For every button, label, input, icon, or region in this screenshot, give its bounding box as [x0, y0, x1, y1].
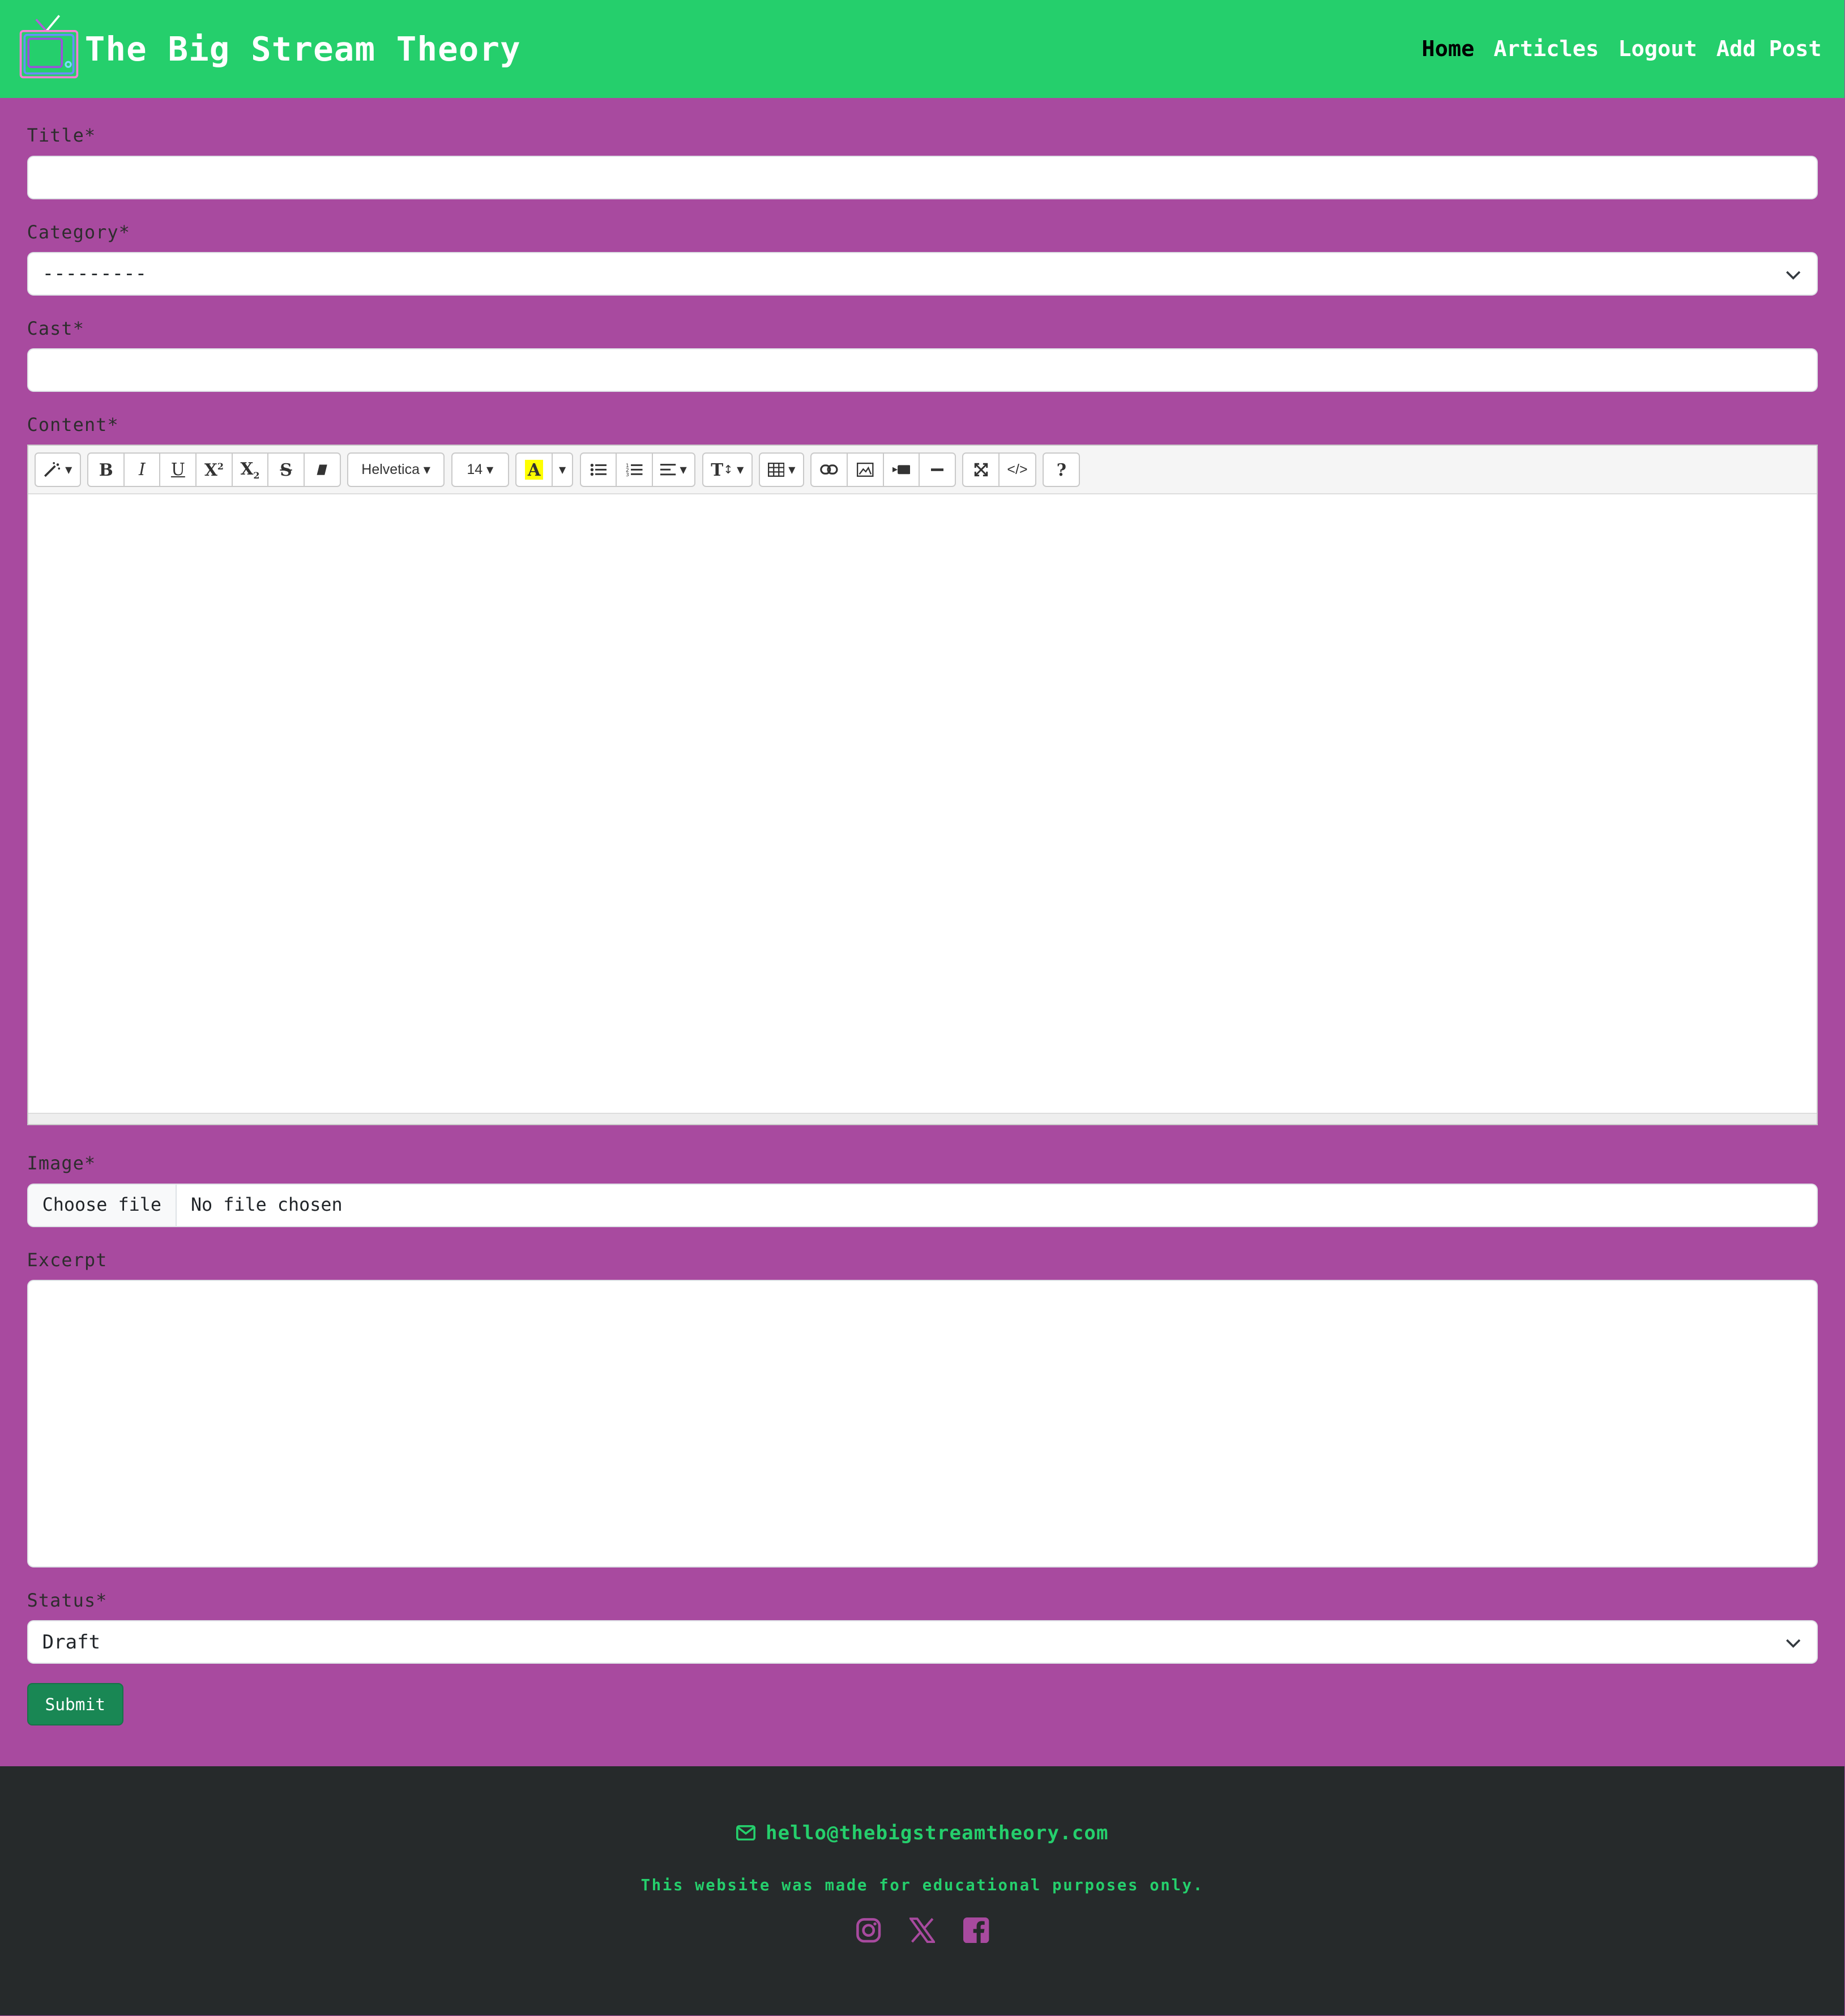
- footer-email-text: hello@thebigstreamtheory.com: [765, 1821, 1109, 1844]
- horizontal-rule-button[interactable]: [919, 452, 956, 487]
- bullet-list-icon: [590, 463, 607, 476]
- help-button[interactable]: ?: [1043, 452, 1080, 487]
- chevron-down-icon: [1786, 271, 1801, 280]
- superscript-button[interactable]: X2: [195, 452, 233, 487]
- font-size-dropdown[interactable]: 14 ▼: [451, 452, 509, 487]
- nav-articles[interactable]: Articles: [1494, 36, 1599, 62]
- image-file-input[interactable]: Choose file No file chosen: [27, 1183, 1818, 1227]
- font-name-value: Helvetica: [361, 461, 420, 477]
- text-color-button[interactable]: A: [515, 452, 553, 487]
- tv-logo-icon: [19, 15, 78, 79]
- status-select[interactable]: Draft: [27, 1620, 1818, 1664]
- ordered-list-button[interactable]: 1 2 3: [616, 452, 654, 487]
- facebook-icon[interactable]: [963, 1917, 989, 1943]
- bold-icon: B: [99, 459, 113, 480]
- numbered-list-icon: 1 2 3: [626, 463, 643, 477]
- site-title: The Big Stream Theory: [84, 29, 521, 69]
- clear-format-button[interactable]: [303, 452, 341, 487]
- expand-icon: [974, 463, 988, 477]
- category-label: Category*: [27, 222, 130, 243]
- line-height-button[interactable]: T ↕ ▼: [702, 452, 753, 487]
- font-size-value: 14: [467, 461, 483, 477]
- rich-text-editor: ▼ B I U X2 X2 S Helvetica ▼ 14 ▼ A ▼ 1 2…: [27, 445, 1818, 1126]
- align-left-icon: [660, 464, 676, 476]
- category-select[interactable]: ---------: [27, 251, 1818, 296]
- bold-button[interactable]: B: [87, 452, 125, 487]
- footer-disclaimer: This website was made for educational pu…: [640, 1876, 1204, 1894]
- title-input[interactable]: [27, 155, 1818, 199]
- image-label: Image*: [27, 1154, 96, 1174]
- excerpt-label: Excerpt: [27, 1250, 108, 1271]
- picture-icon: [857, 462, 874, 477]
- category-selected-value: ---------: [42, 262, 147, 285]
- content-label: Content*: [27, 415, 119, 436]
- video-icon: [892, 465, 911, 475]
- text-color-dropdown[interactable]: ▼: [551, 452, 574, 487]
- footer: hello@thebigstreamtheory.com This websit…: [0, 1766, 1845, 2016]
- underline-icon: U: [170, 460, 185, 480]
- magic-wand-icon: [44, 462, 60, 477]
- status-selected-value: Draft: [42, 1630, 101, 1654]
- nav-logout[interactable]: Logout: [1618, 36, 1697, 62]
- paragraph-align-button[interactable]: ▼: [651, 452, 696, 487]
- brand[interactable]: The Big Stream Theory: [18, 15, 521, 80]
- link-button[interactable]: [810, 452, 848, 487]
- video-button[interactable]: [882, 452, 920, 487]
- title-label: Title*: [27, 126, 96, 147]
- code-icon: </>: [1007, 461, 1028, 477]
- subscript-icon: X2: [240, 458, 260, 481]
- picture-button[interactable]: [846, 452, 884, 487]
- editor-resize-bar[interactable]: [28, 1113, 1817, 1125]
- subscript-button[interactable]: X2: [231, 452, 269, 487]
- fullscreen-button[interactable]: [962, 452, 1000, 487]
- strikethrough-icon: S: [280, 459, 292, 480]
- italic-button[interactable]: I: [123, 452, 161, 487]
- nav-add-post[interactable]: Add Post: [1716, 36, 1822, 62]
- link-icon: [820, 464, 838, 475]
- underline-button[interactable]: U: [159, 452, 197, 487]
- editor-toolbar: ▼ B I U X2 X2 S Helvetica ▼ 14 ▼ A ▼ 1 2…: [28, 446, 1817, 495]
- svg-text:3: 3: [626, 472, 629, 477]
- nav-home[interactable]: Home: [1422, 36, 1475, 62]
- help-icon: ?: [1056, 459, 1067, 480]
- table-button[interactable]: ▼: [759, 452, 805, 487]
- minus-icon: [930, 468, 944, 471]
- choose-file-button[interactable]: Choose file: [28, 1184, 177, 1226]
- instagram-icon[interactable]: [856, 1917, 881, 1943]
- code-view-button[interactable]: </>: [998, 452, 1037, 487]
- eraser-icon: [317, 464, 327, 475]
- line-height-icon: T: [711, 459, 724, 480]
- post-form: Title* Category* --------- Cast* Content…: [0, 98, 1844, 1726]
- table-icon: [767, 462, 785, 477]
- strikethrough-button[interactable]: S: [267, 452, 305, 487]
- chevron-down-icon: [1786, 1639, 1801, 1648]
- font-name-dropdown[interactable]: Helvetica ▼: [347, 452, 445, 487]
- status-label: Status*: [27, 1591, 108, 1612]
- style-button[interactable]: ▼: [35, 452, 81, 487]
- cast-label: Cast*: [27, 318, 84, 339]
- cast-input[interactable]: [27, 348, 1818, 392]
- navbar: The Big Stream Theory Home Articles Logo…: [0, 0, 1845, 98]
- editor-content-area[interactable]: [28, 494, 1817, 1113]
- submit-button[interactable]: Submit: [27, 1683, 123, 1726]
- x-twitter-icon[interactable]: [908, 1917, 937, 1943]
- superscript-icon: X2: [204, 459, 224, 480]
- envelope-icon: [736, 1825, 755, 1841]
- file-status-text: No file chosen: [190, 1195, 343, 1216]
- excerpt-textarea[interactable]: [27, 1279, 1818, 1568]
- italic-icon: I: [138, 460, 146, 480]
- text-color-icon: A: [525, 459, 544, 480]
- social-links: [0, 1917, 1844, 1943]
- footer-email-link[interactable]: hello@thebigstreamtheory.com: [736, 1822, 1109, 1844]
- unordered-list-button[interactable]: [579, 452, 617, 487]
- nav-links: Home Articles Logout Add Post: [1422, 36, 1822, 62]
